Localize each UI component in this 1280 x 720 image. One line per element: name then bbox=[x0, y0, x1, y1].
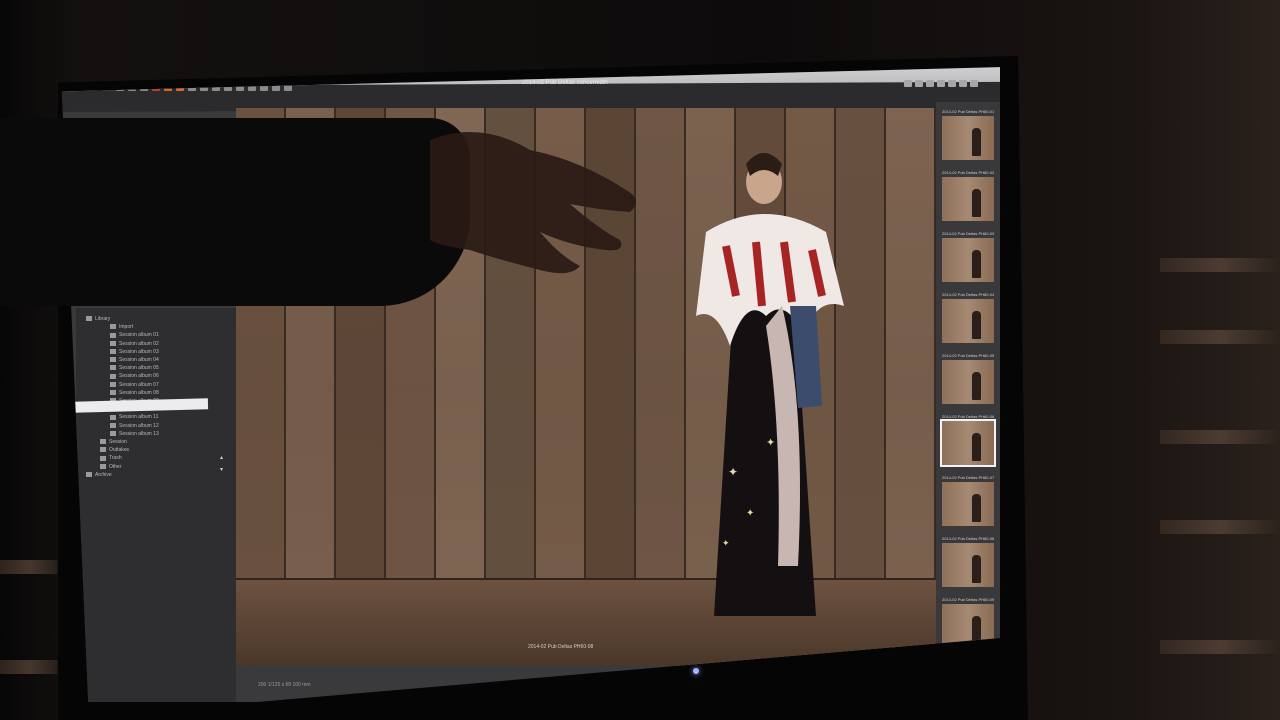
tree-item[interactable]: Session album 04 bbox=[110, 357, 159, 363]
window-control-icon[interactable] bbox=[959, 80, 967, 87]
filmstrip-thumb[interactable]: 2014-02 Pub Deltas PH60-04 bbox=[942, 291, 994, 345]
thumb-label: 2014-02 Pub Deltas PH60-03 bbox=[942, 231, 994, 236]
thumb-image bbox=[940, 419, 996, 467]
window-control-icon[interactable] bbox=[970, 80, 978, 87]
thumb-image bbox=[942, 299, 994, 343]
filmstrip-thumb[interactable]: 2014-02 Pub Deltas PH60-08 bbox=[942, 535, 994, 589]
window-control-icon[interactable] bbox=[948, 80, 956, 87]
thumb-figure bbox=[972, 250, 981, 278]
dress-star: ✦ bbox=[722, 538, 730, 548]
filmstrip-thumb[interactable]: 2014-02 Pub Deltas PH60-07 bbox=[942, 474, 994, 528]
window-control-icon[interactable] bbox=[937, 80, 945, 87]
tree-item[interactable]: Session album 01 bbox=[110, 332, 159, 338]
thumb-label: 2014-02 Pub Deltas PH60-01 bbox=[942, 109, 994, 114]
tree-item[interactable]: Import bbox=[110, 324, 133, 330]
thumb-figure bbox=[972, 189, 981, 217]
tree-item[interactable]: Session album 05 bbox=[110, 365, 159, 371]
status-bar: 200 1/125 s f/8 100 mm bbox=[258, 682, 311, 688]
thumb-image bbox=[942, 543, 994, 587]
thumb-label: 2014-02 Pub Deltas PH60-09 bbox=[942, 597, 994, 602]
thumb-image bbox=[942, 360, 994, 404]
filmstrip-thumb[interactable]: 2014-02 Pub Deltas PH60-01 bbox=[942, 108, 994, 162]
filmstrip-thumb[interactable]: 2014-02 Pub Deltas PH60-05 bbox=[942, 352, 994, 406]
dress-star: ✦ bbox=[766, 437, 775, 449]
foreground-hand bbox=[430, 132, 637, 274]
thumb-label: 2014-02 Pub Deltas PH60-05 bbox=[942, 353, 994, 358]
tree-item[interactable]: Session album 08 bbox=[110, 390, 159, 396]
model-figure: ✦ ✦ ✦ ✦ bbox=[696, 153, 844, 616]
filmstrip-thumb[interactable]: 2014-02 Pub Deltas PH60-06 bbox=[940, 413, 996, 467]
window-control-icon[interactable] bbox=[904, 80, 912, 87]
tree-item[interactable]: Session album 13 bbox=[110, 431, 159, 437]
tree-item[interactable]: Other bbox=[100, 464, 122, 470]
tree-item[interactable]: Session album 11 bbox=[110, 414, 158, 420]
thumb-label: 2014-02 Pub Deltas PH60-08 bbox=[942, 536, 994, 541]
thumb-image bbox=[942, 116, 994, 160]
tree-item[interactable]: Library bbox=[86, 316, 110, 322]
tree-item[interactable]: Session album 07 bbox=[110, 382, 159, 388]
thumb-label: 2014-02 Pub Deltas PH60-04 bbox=[942, 292, 994, 297]
thumb-label: 2014-02 Pub Deltas PH60-06 bbox=[942, 414, 994, 419]
monitor: 2014-02 Pub Deltas concernidth Library Im… bbox=[0, 0, 1280, 720]
image-caption: 2014-02 Pub Deltas PH60-08 bbox=[528, 644, 594, 650]
thumb-figure bbox=[972, 494, 981, 522]
dress-star: ✦ bbox=[728, 465, 738, 479]
thumb-figure bbox=[972, 128, 981, 156]
window-control-icon[interactable] bbox=[926, 80, 934, 87]
tree-item[interactable]: Session album 12 bbox=[110, 423, 159, 429]
tree-item[interactable]: Archive bbox=[86, 472, 112, 478]
foreground-arm bbox=[0, 118, 470, 306]
thumb-figure bbox=[972, 372, 981, 400]
tree-item[interactable]: Outtakes bbox=[100, 447, 129, 453]
filmstrip-thumb[interactable]: 2014-02 Pub Deltas PH60-03 bbox=[942, 230, 994, 284]
thumb-label: 2014-02 Pub Deltas PH60-07 bbox=[942, 475, 994, 480]
tree-item[interactable]: Trash bbox=[100, 455, 122, 461]
power-led bbox=[693, 668, 699, 674]
window-control-icon[interactable] bbox=[915, 80, 923, 87]
thumb-image bbox=[942, 482, 994, 526]
library-sidebar: Library Import Session album 01 Session alb… bbox=[76, 308, 236, 702]
tree-item[interactable]: Session bbox=[100, 439, 127, 445]
thumb-image bbox=[942, 177, 994, 221]
filmstrip-thumb[interactable]: 2014-02 Pub Deltas PH60-02 bbox=[942, 169, 994, 223]
dress-star: ✦ bbox=[746, 508, 754, 519]
tree-item[interactable]: Session album 03 bbox=[110, 349, 159, 355]
expand-icon[interactable]: ▴ bbox=[220, 454, 223, 461]
thumb-figure bbox=[972, 555, 981, 583]
filmstrip[interactable]: 2014-02 Pub Deltas PH60-01 2014-02 Pub De… bbox=[936, 102, 1000, 662]
window-title: 2014-02 Pub Deltas concernidth bbox=[522, 80, 608, 86]
thumb-image bbox=[942, 238, 994, 282]
thumb-figure bbox=[972, 311, 981, 339]
tree-item[interactable]: Session album 06 bbox=[110, 373, 159, 379]
tree-item[interactable]: Session album 02 bbox=[110, 341, 159, 347]
collapse-icon[interactable]: ▾ bbox=[220, 466, 223, 473]
thumb-figure bbox=[972, 433, 981, 461]
thumb-label: 2014-02 Pub Deltas PH60-02 bbox=[942, 170, 994, 175]
